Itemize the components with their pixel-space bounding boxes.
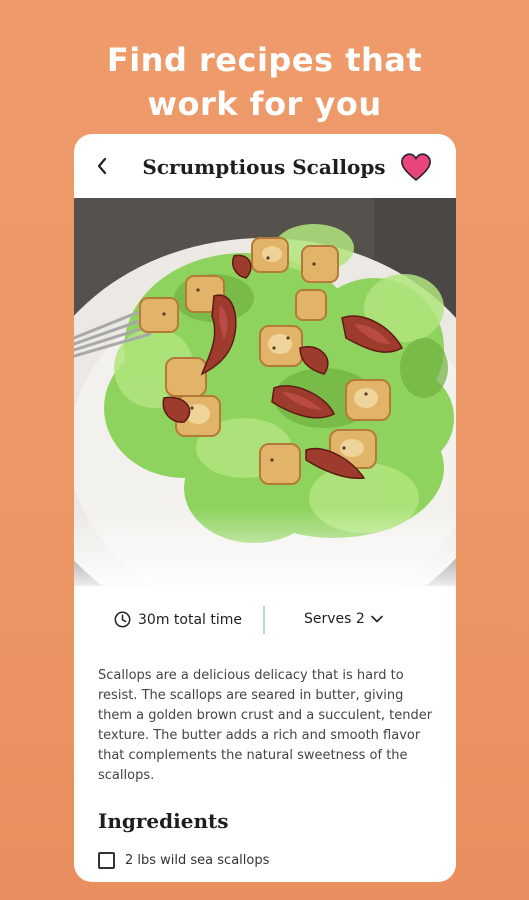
recipe-photo [74,198,456,586]
recipe-meta: 30m total time Serves 2 [74,602,456,642]
recipe-card: Scrumptious Scallops 30m total time Serv… [74,134,456,882]
ingredient-label: 2 lbs wild sea scallops [125,853,270,868]
recipe-header: Scrumptious Scallops [74,134,456,198]
ingredient-checkbox[interactable] [98,852,115,869]
favorite-button[interactable] [400,152,432,182]
heart-icon [401,153,431,181]
headline: Find recipes that work for you [0,38,529,126]
serves-selector[interactable]: Serves 2 [304,611,384,627]
headline-line-2: work for you [147,85,382,123]
headline-line-1: Find recipes that [106,41,423,79]
total-time-label: 30m total time [138,611,242,628]
recipe-description: Scallops are a delicious delicacy that i… [98,668,433,783]
meta-divider [263,606,265,634]
ingredients-heading: Ingredients [98,809,229,833]
ingredient-item[interactable]: 2 lbs wild sea scallops [98,852,269,869]
total-time: 30m total time [114,611,242,628]
recipe-title: Scrumptious Scallops [142,155,386,179]
serves-label: Serves 2 [304,611,365,627]
chevron-down-icon [371,615,383,623]
chevron-left-icon [97,157,107,175]
back-button[interactable] [90,154,114,178]
clock-icon [114,611,131,628]
